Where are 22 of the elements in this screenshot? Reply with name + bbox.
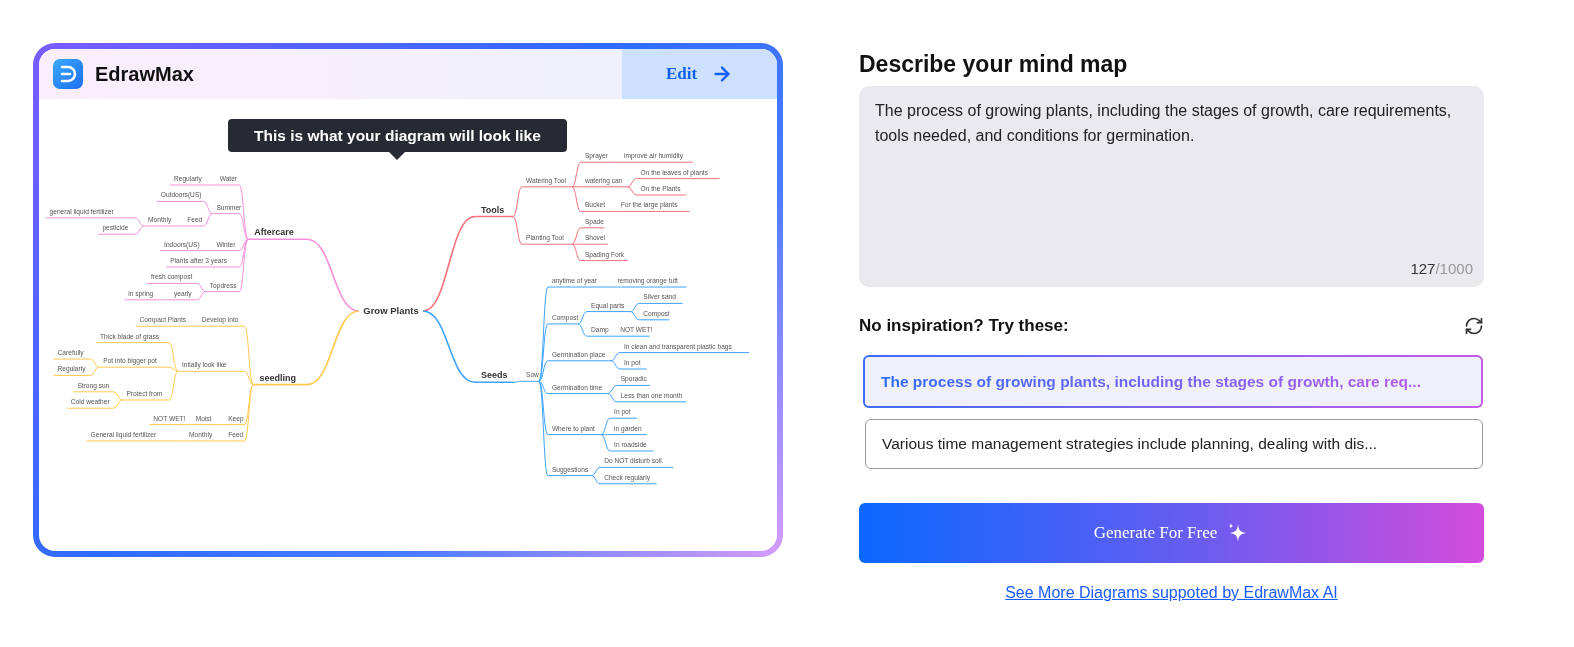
- node-label: Seeds: [481, 370, 508, 381]
- branch-line: [629, 311, 670, 321]
- node-label: seedling: [259, 372, 296, 383]
- inspiration-label: No inspiration? Try these:: [859, 316, 1069, 336]
- root-topic: Grow Plants: [363, 305, 419, 316]
- node-label: Tools: [481, 204, 505, 215]
- branch-line: [629, 302, 684, 313]
- refresh-icon: [1464, 316, 1484, 336]
- node-label: Aftercare: [254, 227, 294, 238]
- brand-name: EdrawMax: [95, 62, 194, 86]
- char-counter: 127/1000: [1410, 260, 1473, 277]
- suggestion-option[interactable]: Various time management strategies include planning, dealing with dis...: [865, 419, 1483, 469]
- form-title: Describe your mind map: [859, 50, 1129, 79]
- edit-button[interactable]: Edit: [622, 49, 777, 99]
- generate-button[interactable]: Generate For Free: [859, 503, 1484, 563]
- tooltip: This is what your diagram will look like: [228, 119, 567, 160]
- more-diagrams-link[interactable]: See More Diagrams suppoted by EdrawMax AI: [1005, 584, 1338, 602]
- description-field[interactable]: The process of growing plants, including the stages of growth, care requirements, tools needed, and conditions for germination.: [875, 98, 1473, 260]
- logo-icon: [53, 59, 83, 89]
- text-area[interactable]: The process of growing plants, including the stages of growth, care requirements, tools needed, and conditions for germination. 127/1000: [859, 86, 1484, 287]
- refresh-button[interactable]: [1464, 316, 1484, 336]
- suggestion-option[interactable]: The process of growing plants, including the stages of growth, care req...: [863, 355, 1483, 408]
